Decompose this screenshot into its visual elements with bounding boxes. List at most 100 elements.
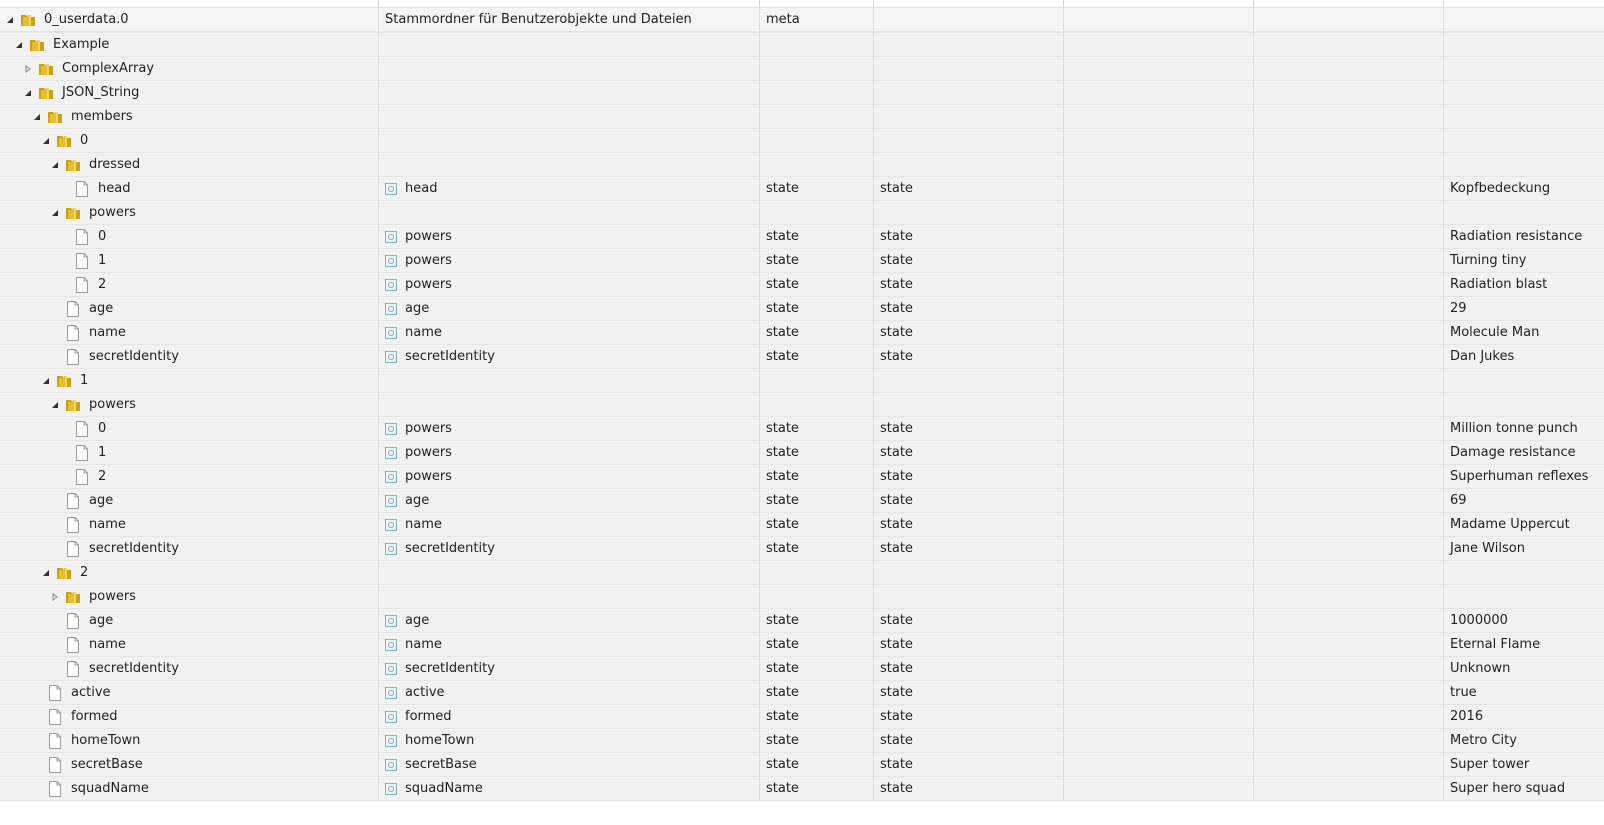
- name-text: powers: [405, 253, 452, 268]
- value-cell[interactable]: [1443, 129, 1604, 152]
- tree-row[interactable]: 0 powers state state Radiation resistance: [0, 225, 1604, 249]
- value-cell[interactable]: Metro City: [1443, 729, 1604, 752]
- collapse-toggle-icon[interactable]: [13, 39, 25, 51]
- value-cell[interactable]: Kopfbedeckung: [1443, 177, 1604, 200]
- tree-row[interactable]: 1: [0, 369, 1604, 393]
- type-cell: [759, 57, 873, 80]
- collapse-toggle-icon[interactable]: [49, 207, 61, 219]
- tree-row[interactable]: JSON_String: [0, 81, 1604, 105]
- tree-row[interactable]: powers: [0, 393, 1604, 417]
- collapse-toggle-icon[interactable]: [40, 375, 52, 387]
- tree-row[interactable]: formed formed state state 2016: [0, 705, 1604, 729]
- value-cell[interactable]: Turning tiny: [1443, 249, 1604, 272]
- value-cell[interactable]: 1000000: [1443, 609, 1604, 632]
- name-cell: name: [378, 321, 759, 344]
- node-label: 2: [98, 469, 107, 484]
- role-cell: [873, 105, 1063, 128]
- collapse-toggle-icon[interactable]: [31, 111, 43, 123]
- value-cell[interactable]: [1443, 201, 1604, 224]
- value-cell[interactable]: Radiation blast: [1443, 273, 1604, 296]
- value-cell[interactable]: [1443, 585, 1604, 608]
- tree-row[interactable]: ComplexArray: [0, 57, 1604, 81]
- value-cell[interactable]: Dan Jukes: [1443, 345, 1604, 368]
- name-text: secretBase: [405, 757, 477, 772]
- value-cell[interactable]: Super hero squad: [1443, 777, 1604, 800]
- value-cell[interactable]: [1443, 153, 1604, 176]
- state-object-icon: [385, 326, 397, 339]
- tree-row[interactable]: age age state state 69: [0, 489, 1604, 513]
- role-cell: state: [873, 249, 1063, 272]
- folder-icon: [56, 565, 72, 581]
- id-cell: powers: [0, 393, 378, 416]
- function-cell: [1253, 369, 1443, 392]
- tree-row[interactable]: powers: [0, 585, 1604, 609]
- tree-row[interactable]: 1 powers state state Turning tiny: [0, 249, 1604, 273]
- value-cell[interactable]: [1443, 393, 1604, 416]
- value-cell[interactable]: Million tonne punch: [1443, 417, 1604, 440]
- role-cell: [873, 561, 1063, 584]
- value-cell[interactable]: 2016: [1443, 705, 1604, 728]
- function-cell: [1253, 465, 1443, 488]
- value-cell[interactable]: Unknown: [1443, 657, 1604, 680]
- value-cell[interactable]: Super tower: [1443, 753, 1604, 776]
- collapse-toggle-icon[interactable]: [40, 135, 52, 147]
- tree-row[interactable]: secretBase secretBase state state Super towe…: [0, 753, 1604, 777]
- tree-row[interactable]: active active state state true: [0, 681, 1604, 705]
- tree-row[interactable]: secretIdentity secretIdentity state state Da…: [0, 345, 1604, 369]
- value-cell[interactable]: Radiation resistance: [1443, 225, 1604, 248]
- tree-row[interactable]: 1 powers state state Damage resistance: [0, 441, 1604, 465]
- value-cell[interactable]: [1443, 369, 1604, 392]
- tree-row[interactable]: dressed: [0, 153, 1604, 177]
- expand-toggle-icon[interactable]: [22, 63, 34, 75]
- node-label: age: [89, 613, 114, 628]
- tree-row[interactable]: 0_userdata.0 Stammordner für Benutzerobje…: [0, 8, 1604, 33]
- folder-icon: [38, 61, 54, 77]
- value-cell[interactable]: [1443, 105, 1604, 128]
- value-cell[interactable]: [1443, 57, 1604, 80]
- tree-row[interactable]: head head state state Kopfbedeckung: [0, 177, 1604, 201]
- collapse-toggle-icon[interactable]: [22, 87, 34, 99]
- name-text: name: [405, 637, 442, 652]
- tree-row[interactable]: homeTown homeTown state state Metro City: [0, 729, 1604, 753]
- value-cell[interactable]: Jane Wilson: [1443, 537, 1604, 560]
- value-cell[interactable]: Eternal Flame: [1443, 633, 1604, 656]
- tree-row[interactable]: 0 powers state state Million tonne punch: [0, 417, 1604, 441]
- name-cell: [378, 153, 759, 176]
- value-cell[interactable]: 69: [1443, 489, 1604, 512]
- value-cell[interactable]: [1443, 33, 1604, 56]
- expand-toggle-icon[interactable]: [49, 591, 61, 603]
- tree-row[interactable]: Example: [0, 33, 1604, 57]
- tree-row[interactable]: name name state state Madame Uppercut: [0, 513, 1604, 537]
- tree-row[interactable]: age age state state 1000000: [0, 609, 1604, 633]
- tree-row[interactable]: age age state state 29: [0, 297, 1604, 321]
- name-cell: age: [378, 489, 759, 512]
- value-cell[interactable]: [1443, 81, 1604, 104]
- collapse-toggle-icon[interactable]: [4, 14, 16, 26]
- collapse-toggle-icon[interactable]: [49, 399, 61, 411]
- collapse-toggle-icon[interactable]: [40, 567, 52, 579]
- value-cell[interactable]: Damage resistance: [1443, 441, 1604, 464]
- value-cell[interactable]: 29: [1443, 297, 1604, 320]
- tree-row[interactable]: squadName squadName state state Super hero s…: [0, 777, 1604, 801]
- tree-row[interactable]: 2: [0, 561, 1604, 585]
- tree-row[interactable]: 0: [0, 129, 1604, 153]
- value-cell[interactable]: Madame Uppercut: [1443, 513, 1604, 536]
- tree-row[interactable]: secretIdentity secretIdentity state state Ja…: [0, 537, 1604, 561]
- name-text: secretIdentity: [405, 349, 495, 364]
- tree-row[interactable]: name name state state Molecule Man: [0, 321, 1604, 345]
- value-cell[interactable]: Superhuman reflexes: [1443, 465, 1604, 488]
- function-cell: [1253, 129, 1443, 152]
- tree-row[interactable]: 2 powers state state Superhuman reflexes: [0, 465, 1604, 489]
- tree-row[interactable]: members: [0, 105, 1604, 129]
- tree-row[interactable]: 2 powers state state Radiation blast: [0, 273, 1604, 297]
- collapse-toggle-icon[interactable]: [49, 159, 61, 171]
- value-cell[interactable]: [1443, 8, 1604, 31]
- tree-row[interactable]: name name state state Eternal Flame: [0, 633, 1604, 657]
- tree-row[interactable]: powers: [0, 201, 1604, 225]
- value-cell[interactable]: Molecule Man: [1443, 321, 1604, 344]
- value-cell[interactable]: true: [1443, 681, 1604, 704]
- value-cell[interactable]: [1443, 561, 1604, 584]
- tree-row[interactable]: secretIdentity secretIdentity state state Un…: [0, 657, 1604, 681]
- node-label: age: [89, 493, 114, 508]
- role-cell: state: [873, 345, 1063, 368]
